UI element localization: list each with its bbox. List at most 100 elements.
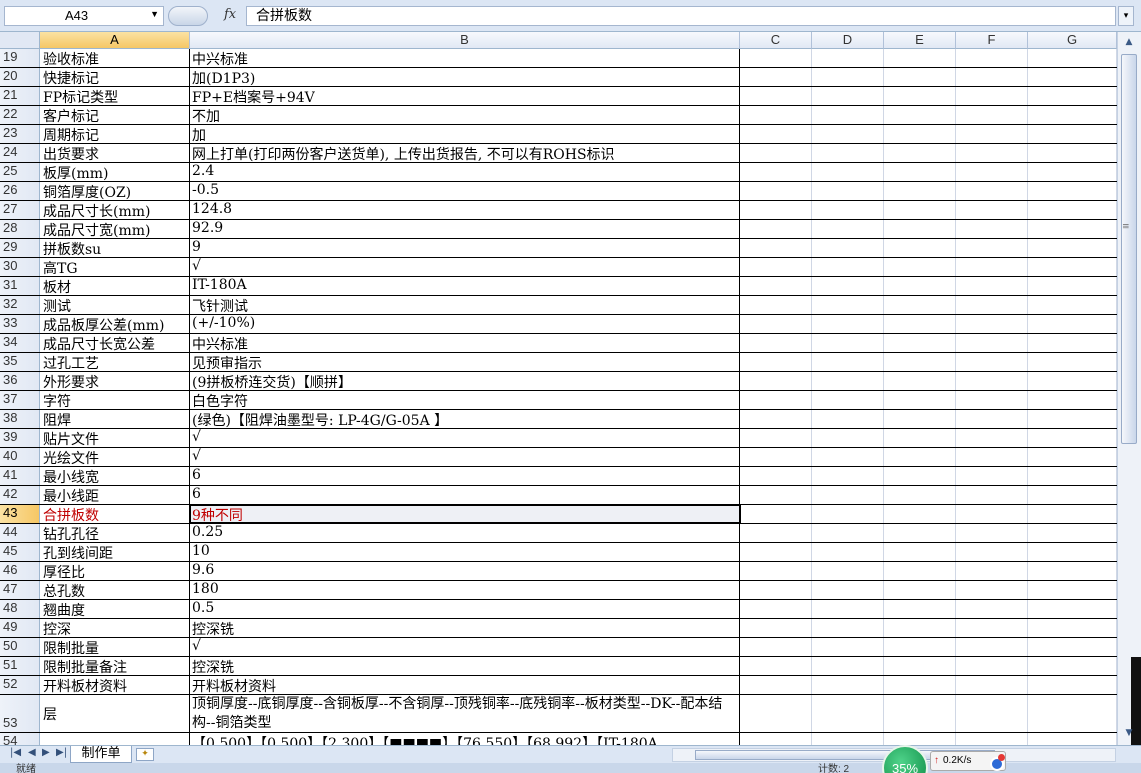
empty-cell[interactable] xyxy=(812,600,884,618)
cell-a[interactable]: 板材 xyxy=(40,277,190,295)
empty-cell[interactable] xyxy=(812,182,884,200)
empty-cell[interactable] xyxy=(812,334,884,352)
cell-b[interactable]: 180 xyxy=(190,581,740,599)
column-header-e[interactable]: E xyxy=(884,32,956,49)
row-header[interactable]: 45 xyxy=(0,543,40,561)
empty-cell[interactable] xyxy=(812,695,884,732)
empty-cell[interactable] xyxy=(812,562,884,580)
column-header-b[interactable]: B xyxy=(190,32,740,49)
empty-cell[interactable] xyxy=(740,182,812,200)
cell-b[interactable]: 加(D1P3) xyxy=(190,68,740,86)
empty-cell[interactable] xyxy=(740,676,812,694)
row-header[interactable]: 38 xyxy=(0,410,40,428)
empty-cell[interactable] xyxy=(812,239,884,257)
cell-b[interactable]: 加 xyxy=(190,125,740,143)
row-header[interactable]: 27 xyxy=(0,201,40,219)
empty-cell[interactable] xyxy=(1028,334,1117,352)
row-header[interactable]: 54 xyxy=(0,733,40,745)
empty-cell[interactable] xyxy=(884,486,956,504)
empty-cell[interactable] xyxy=(956,486,1028,504)
empty-cell[interactable] xyxy=(1028,600,1117,618)
row-header[interactable]: 25 xyxy=(0,163,40,181)
empty-cell[interactable] xyxy=(812,505,884,523)
empty-cell[interactable] xyxy=(1028,486,1117,504)
empty-cell[interactable] xyxy=(956,68,1028,86)
empty-cell[interactable] xyxy=(956,391,1028,409)
vertical-scrollbar[interactable]: ▲ ≡ ▼ xyxy=(1117,32,1141,747)
row-header[interactable]: 34 xyxy=(0,334,40,352)
cell-b[interactable]: FP+E档案号+94V xyxy=(190,87,740,105)
empty-cell[interactable] xyxy=(740,733,812,745)
empty-cell[interactable] xyxy=(956,163,1028,181)
empty-cell[interactable] xyxy=(1028,125,1117,143)
empty-cell[interactable] xyxy=(812,543,884,561)
empty-cell[interactable] xyxy=(884,239,956,257)
empty-cell[interactable] xyxy=(1028,87,1117,105)
empty-cell[interactable] xyxy=(812,638,884,656)
empty-cell[interactable] xyxy=(740,334,812,352)
empty-cell[interactable] xyxy=(740,220,812,238)
empty-cell[interactable] xyxy=(956,733,1028,745)
empty-cell[interactable] xyxy=(956,277,1028,295)
row-header[interactable]: 23 xyxy=(0,125,40,143)
empty-cell[interactable] xyxy=(884,562,956,580)
empty-cell[interactable] xyxy=(956,619,1028,637)
empty-cell[interactable] xyxy=(884,163,956,181)
cell-a[interactable]: 测试 xyxy=(40,296,190,314)
cell-b[interactable]: 9 xyxy=(190,239,740,257)
cell-b[interactable]: IT-180A xyxy=(190,277,740,295)
row-header[interactable]: 44 xyxy=(0,524,40,542)
empty-cell[interactable] xyxy=(884,676,956,694)
cell-b[interactable]: 10 xyxy=(190,543,740,561)
cell-a[interactable]: 贴片文件 xyxy=(40,429,190,447)
row-header[interactable]: 49 xyxy=(0,619,40,637)
cell-a[interactable]: 层 xyxy=(40,695,190,732)
row-header[interactable]: 29 xyxy=(0,239,40,257)
empty-cell[interactable] xyxy=(884,733,956,745)
column-header-a[interactable]: A xyxy=(40,32,190,49)
empty-cell[interactable] xyxy=(812,49,884,67)
row-header[interactable]: 31 xyxy=(0,277,40,295)
empty-cell[interactable] xyxy=(1028,201,1117,219)
empty-cell[interactable] xyxy=(740,239,812,257)
empty-cell[interactable] xyxy=(956,182,1028,200)
row-header[interactable]: 39 xyxy=(0,429,40,447)
empty-cell[interactable] xyxy=(1028,581,1117,599)
empty-cell[interactable] xyxy=(812,353,884,371)
empty-cell[interactable] xyxy=(956,201,1028,219)
empty-cell[interactable] xyxy=(884,125,956,143)
empty-cell[interactable] xyxy=(740,353,812,371)
empty-cell[interactable] xyxy=(1028,163,1117,181)
empty-cell[interactable] xyxy=(812,372,884,390)
empty-cell[interactable] xyxy=(956,315,1028,333)
column-header-f[interactable]: F xyxy=(956,32,1028,49)
cell-a[interactable]: 字符 xyxy=(40,391,190,409)
empty-cell[interactable] xyxy=(740,543,812,561)
cell-b[interactable]: 中兴标准 xyxy=(190,334,740,352)
empty-cell[interactable] xyxy=(884,600,956,618)
expand-formula-bar-icon[interactable]: ▾ xyxy=(1118,6,1134,26)
row-header[interactable]: 33 xyxy=(0,315,40,333)
empty-cell[interactable] xyxy=(812,315,884,333)
empty-cell[interactable] xyxy=(1028,239,1117,257)
cell-b[interactable]: (+/-10%) xyxy=(190,315,740,333)
empty-cell[interactable] xyxy=(1028,543,1117,561)
empty-cell[interactable] xyxy=(956,334,1028,352)
cell-a[interactable]: 阻焊 xyxy=(40,410,190,428)
row-header[interactable]: 35 xyxy=(0,353,40,371)
row-header[interactable]: 20 xyxy=(0,68,40,86)
empty-cell[interactable] xyxy=(740,695,812,732)
cell-b[interactable]: √ xyxy=(190,429,740,447)
empty-cell[interactable] xyxy=(884,391,956,409)
empty-cell[interactable] xyxy=(812,296,884,314)
empty-cell[interactable] xyxy=(956,49,1028,67)
cell-a[interactable]: 限制批量 xyxy=(40,638,190,656)
cell-b[interactable]: 9.6 xyxy=(190,562,740,580)
empty-cell[interactable] xyxy=(956,410,1028,428)
row-header[interactable]: 37 xyxy=(0,391,40,409)
empty-cell[interactable] xyxy=(956,372,1028,390)
insert-function-icon[interactable]: fx xyxy=(224,7,236,22)
empty-cell[interactable] xyxy=(956,505,1028,523)
row-header[interactable]: 30 xyxy=(0,258,40,276)
row-header[interactable]: 52 xyxy=(0,676,40,694)
